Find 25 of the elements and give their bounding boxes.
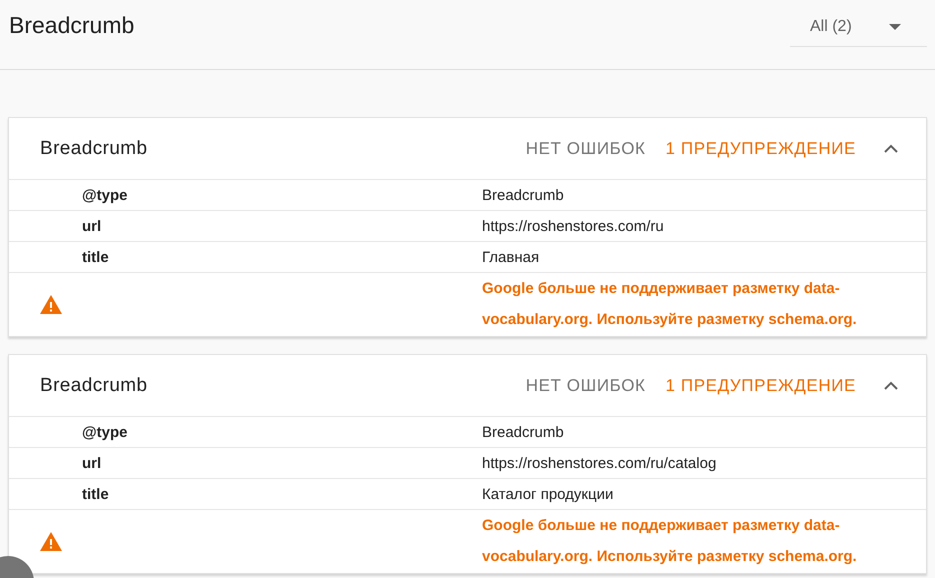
card-title: Breadcrumb (40, 374, 148, 396)
warning-icon (40, 295, 62, 314)
property-name: @type (81, 186, 128, 204)
property-value: https://roshenstores.com/ru/catalog (482, 454, 718, 472)
warning-status: 1 ПРЕДУПРЕЖДЕНИЕ (666, 138, 856, 158)
property-name: url (81, 218, 102, 234)
dropdown-caret-icon (889, 24, 901, 30)
property-name: @type (81, 424, 128, 440)
property-value: Breadcrumb (482, 186, 565, 204)
error-status: НЕТ ОШИБОК (526, 376, 646, 396)
error-status: НЕТ ОШИБОК (526, 138, 646, 158)
property-name: url (81, 454, 102, 472)
page-title: Breadcrumb (9, 12, 134, 39)
property-value: Breadcrumb (482, 424, 565, 440)
card-title: Breadcrumb (40, 138, 148, 160)
property-value: Главная (482, 248, 540, 266)
property-name: title (81, 486, 110, 502)
warning-icon (40, 532, 62, 551)
warning-message: Google больше не поддерживает разметку data-vocabulary.org. Используйте разметку schema.org. (482, 516, 858, 567)
property-name: title (81, 248, 110, 266)
property-value: https://roshenstores.com/ru (482, 218, 665, 234)
warning-status: 1 ПРЕДУПРЕЖДЕНИЕ (666, 376, 856, 396)
warning-message: Google больше не поддерживает разметку data-vocabulary.org. Используйте разметку schema.org. (482, 279, 858, 330)
filter-dropdown[interactable]: All (2) (790, 8, 927, 47)
property-value: Каталог продукции (482, 486, 614, 502)
